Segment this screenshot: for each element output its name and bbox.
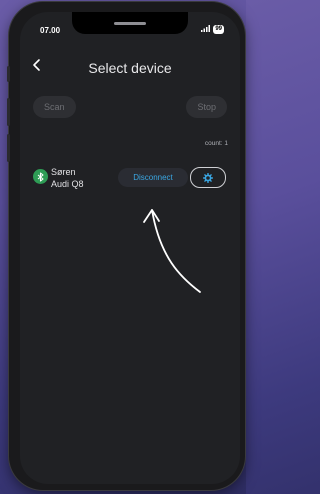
disconnect-button[interactable]: Disconnect <box>118 168 188 187</box>
page-title: Select device <box>88 60 172 76</box>
scan-button[interactable]: Scan <box>33 96 76 118</box>
device-list-item: Søren Audi Q8 Disconnect <box>20 166 240 196</box>
phone-volume-down <box>7 134 10 162</box>
device-count: count: 1 <box>204 140 228 147</box>
phone-volume-up <box>7 98 10 126</box>
status-time: 07.00 <box>40 26 61 35</box>
gear-icon <box>203 172 213 183</box>
device-name-line2: Audi Q8 <box>51 179 84 189</box>
notch-indicator <box>114 22 146 25</box>
bluetooth-icon <box>33 169 48 184</box>
device-name-line1: Søren <box>51 167 76 177</box>
dynamic-island <box>72 12 188 34</box>
annotation-arrow <box>143 209 201 293</box>
app-screen: 07.00 99 Select device Scan Stop count: … <box>20 12 240 484</box>
status-indicators: 99 <box>201 25 224 34</box>
stop-button[interactable]: Stop <box>186 96 227 118</box>
signal-icon <box>201 25 211 34</box>
phone-side-button <box>7 66 10 82</box>
status-bar: 07.00 99 <box>20 12 240 42</box>
battery-indicator: 99 <box>213 25 224 34</box>
page-header: Select device <box>20 58 240 82</box>
device-settings-button[interactable] <box>190 167 226 188</box>
device-name: Søren Audi Q8 <box>51 166 84 190</box>
